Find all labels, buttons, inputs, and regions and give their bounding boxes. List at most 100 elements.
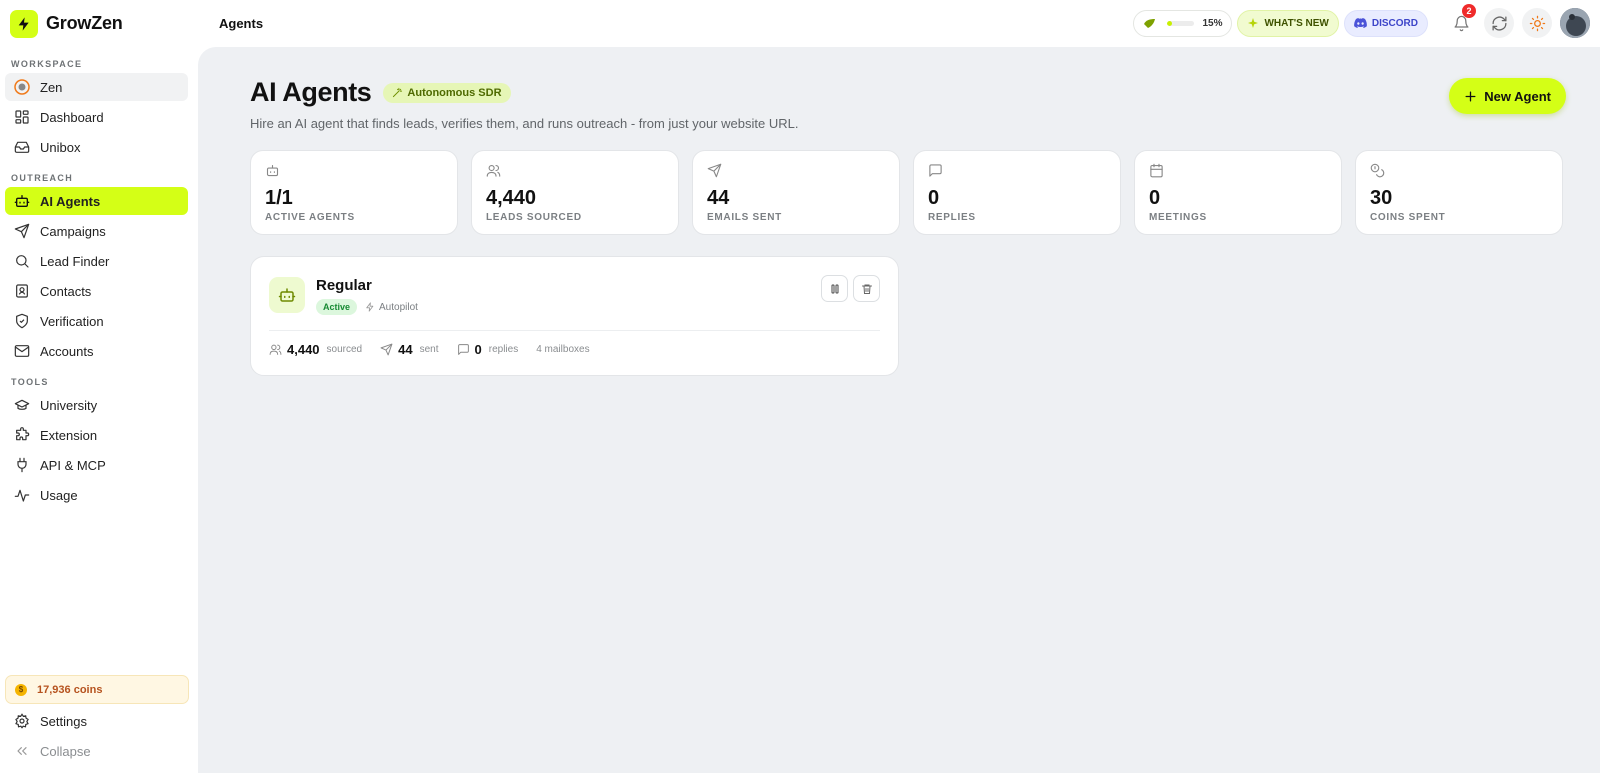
users-icon (269, 343, 282, 356)
stat-label: LEADS SOURCED (486, 212, 582, 223)
message-icon (928, 163, 1106, 178)
tag-label: Autonomous SDR (407, 86, 502, 99)
sidebar-item-usage[interactable]: Usage (5, 481, 188, 509)
metric-value: 0 (474, 342, 482, 357)
section-label-outreach: OUTREACH (11, 173, 74, 183)
coins-balance[interactable]: $ 17,936 coins (5, 675, 189, 704)
section-label-workspace: WORKSPACE (11, 59, 83, 69)
sidebar-item-unibox[interactable]: Unibox (5, 133, 188, 161)
sidebar-item-verification[interactable]: Verification (5, 307, 188, 335)
sidebar-item-university[interactable]: University (5, 391, 188, 419)
sidebar-item-ai-agents[interactable]: AI Agents (5, 187, 188, 215)
sidebar-item-label: Accounts (40, 343, 94, 359)
delete-agent-button[interactable] (853, 275, 880, 302)
notification-badge: 2 (1462, 4, 1476, 18)
metric-replies: 0 replies (457, 342, 519, 357)
refresh-button[interactable] (1484, 8, 1514, 38)
pause-agent-button[interactable] (821, 275, 848, 302)
sidebar-item-dashboard[interactable]: Dashboard (5, 103, 188, 131)
stat-label: ACTIVE AGENTS (265, 212, 355, 223)
activity-icon (14, 487, 30, 503)
sidebar-item-extension[interactable]: Extension (5, 421, 188, 449)
shield-check-icon (14, 313, 30, 329)
page-title: AI Agents (250, 77, 372, 107)
coins-label: 17,936 coins (37, 683, 103, 696)
card-divider (269, 330, 880, 331)
plus-icon (1464, 90, 1477, 103)
sidebar-item-contacts[interactable]: Contacts (5, 277, 188, 305)
sidebar-item-label: Unibox (40, 139, 81, 155)
sidebar-item-label: Contacts (40, 283, 92, 299)
notifications-button[interactable]: 2 (1446, 4, 1476, 38)
sidebar-item-api-mcp[interactable]: API & MCP (5, 451, 188, 479)
metric-label: sourced (326, 344, 363, 355)
autonomous-sdr-tag: Autonomous SDR (383, 82, 511, 103)
zap-icon (365, 302, 375, 312)
discord-button[interactable]: DISCORD (1343, 9, 1428, 37)
stat-label: EMAILS SENT (707, 212, 782, 223)
brand[interactable]: GrowZen (0, 9, 198, 38)
avatar[interactable] (1560, 8, 1590, 38)
stats-row: 1/1 ACTIVE AGENTS 4,440 LEADS SOURCED 44… (250, 150, 1563, 235)
stat-value: 44 (707, 187, 730, 209)
agent-metrics: 4,440 sourced 44 sent 0 replies 4 mailbo… (269, 342, 608, 357)
chevrons-left-icon (14, 743, 30, 759)
theme-toggle-button[interactable] (1522, 8, 1552, 38)
progress-fill (1167, 20, 1172, 26)
sidebar: WORKSPACE Zen Dashboard Unibox OUTREACH … (0, 47, 198, 773)
sidebar-item-settings[interactable]: Settings (5, 707, 189, 735)
whats-new-label: WHAT'S NEW (1264, 17, 1329, 29)
stat-value: 1/1 (265, 187, 293, 209)
sidebar-item-label: Extension (40, 427, 98, 443)
collapse-label: Collapse (40, 743, 91, 759)
stat-value: 0 (928, 187, 940, 209)
stat-card-leads-sourced: 4,440 LEADS SOURCED (471, 150, 679, 235)
page-subtitle: Hire an AI agent that finds leads, verif… (250, 116, 799, 131)
stat-label: REPLIES (928, 212, 976, 223)
users-icon (486, 163, 664, 178)
sidebar-item-accounts[interactable]: Accounts (5, 337, 188, 365)
metric-label: replies (488, 344, 519, 355)
refresh-icon (1491, 15, 1508, 32)
discord-label: DISCORD (1371, 17, 1418, 29)
calendar-icon (1149, 163, 1327, 178)
collapse-button[interactable]: Collapse (5, 737, 189, 765)
brand-name: GrowZen (46, 13, 123, 33)
agent-mode: Autopilot (379, 301, 418, 313)
coin-icon: $ (15, 683, 27, 696)
metric-sourced: 4,440 sourced (269, 342, 362, 357)
sidebar-item-label: University (40, 397, 98, 413)
metric-value: 4,440 (287, 342, 320, 357)
sidebar-item-label: Verification (40, 313, 104, 329)
stat-value: 4,440 (486, 187, 537, 209)
metric-mailboxes: 4 mailboxes (536, 344, 589, 355)
stat-label: MEETINGS (1149, 212, 1207, 223)
coins-icon (1370, 163, 1548, 178)
new-agent-button[interactable]: New Agent (1449, 78, 1566, 114)
metric-sent: 44 sent (380, 342, 439, 357)
agent-name[interactable]: Regular (316, 277, 372, 294)
whats-new-button[interactable]: WHAT'S NEW (1237, 9, 1339, 37)
breadcrumb: Agents (219, 16, 264, 31)
agent-card[interactable]: Regular Active Autopilot 4,440 sourced 4… (250, 256, 899, 376)
mail-icon (14, 343, 30, 359)
send-icon (380, 343, 393, 356)
sidebar-item-label: Zen (40, 79, 63, 95)
robot-icon (265, 163, 443, 178)
onboarding-progress[interactable]: 15% (1133, 9, 1233, 37)
stat-value: 0 (1149, 187, 1161, 209)
sidebar-item-label: Usage (40, 487, 78, 503)
sidebar-item-lead-finder[interactable]: Lead Finder (5, 247, 188, 275)
send-icon (707, 163, 885, 178)
stat-card-meetings: 0 MEETINGS (1134, 150, 1342, 235)
sidebar-item-zen[interactable]: Zen (5, 73, 188, 101)
sidebar-item-campaigns[interactable]: Campaigns (5, 217, 188, 245)
sparkle-icon (1247, 17, 1259, 29)
search-icon (14, 253, 30, 269)
stat-value: 30 (1370, 187, 1393, 209)
magic-wand-icon (392, 87, 403, 98)
message-icon (457, 343, 470, 356)
sidebar-item-label: Settings (40, 713, 87, 729)
mailboxes-label: 4 mailboxes (536, 344, 590, 355)
graduation-cap-icon (14, 397, 30, 413)
